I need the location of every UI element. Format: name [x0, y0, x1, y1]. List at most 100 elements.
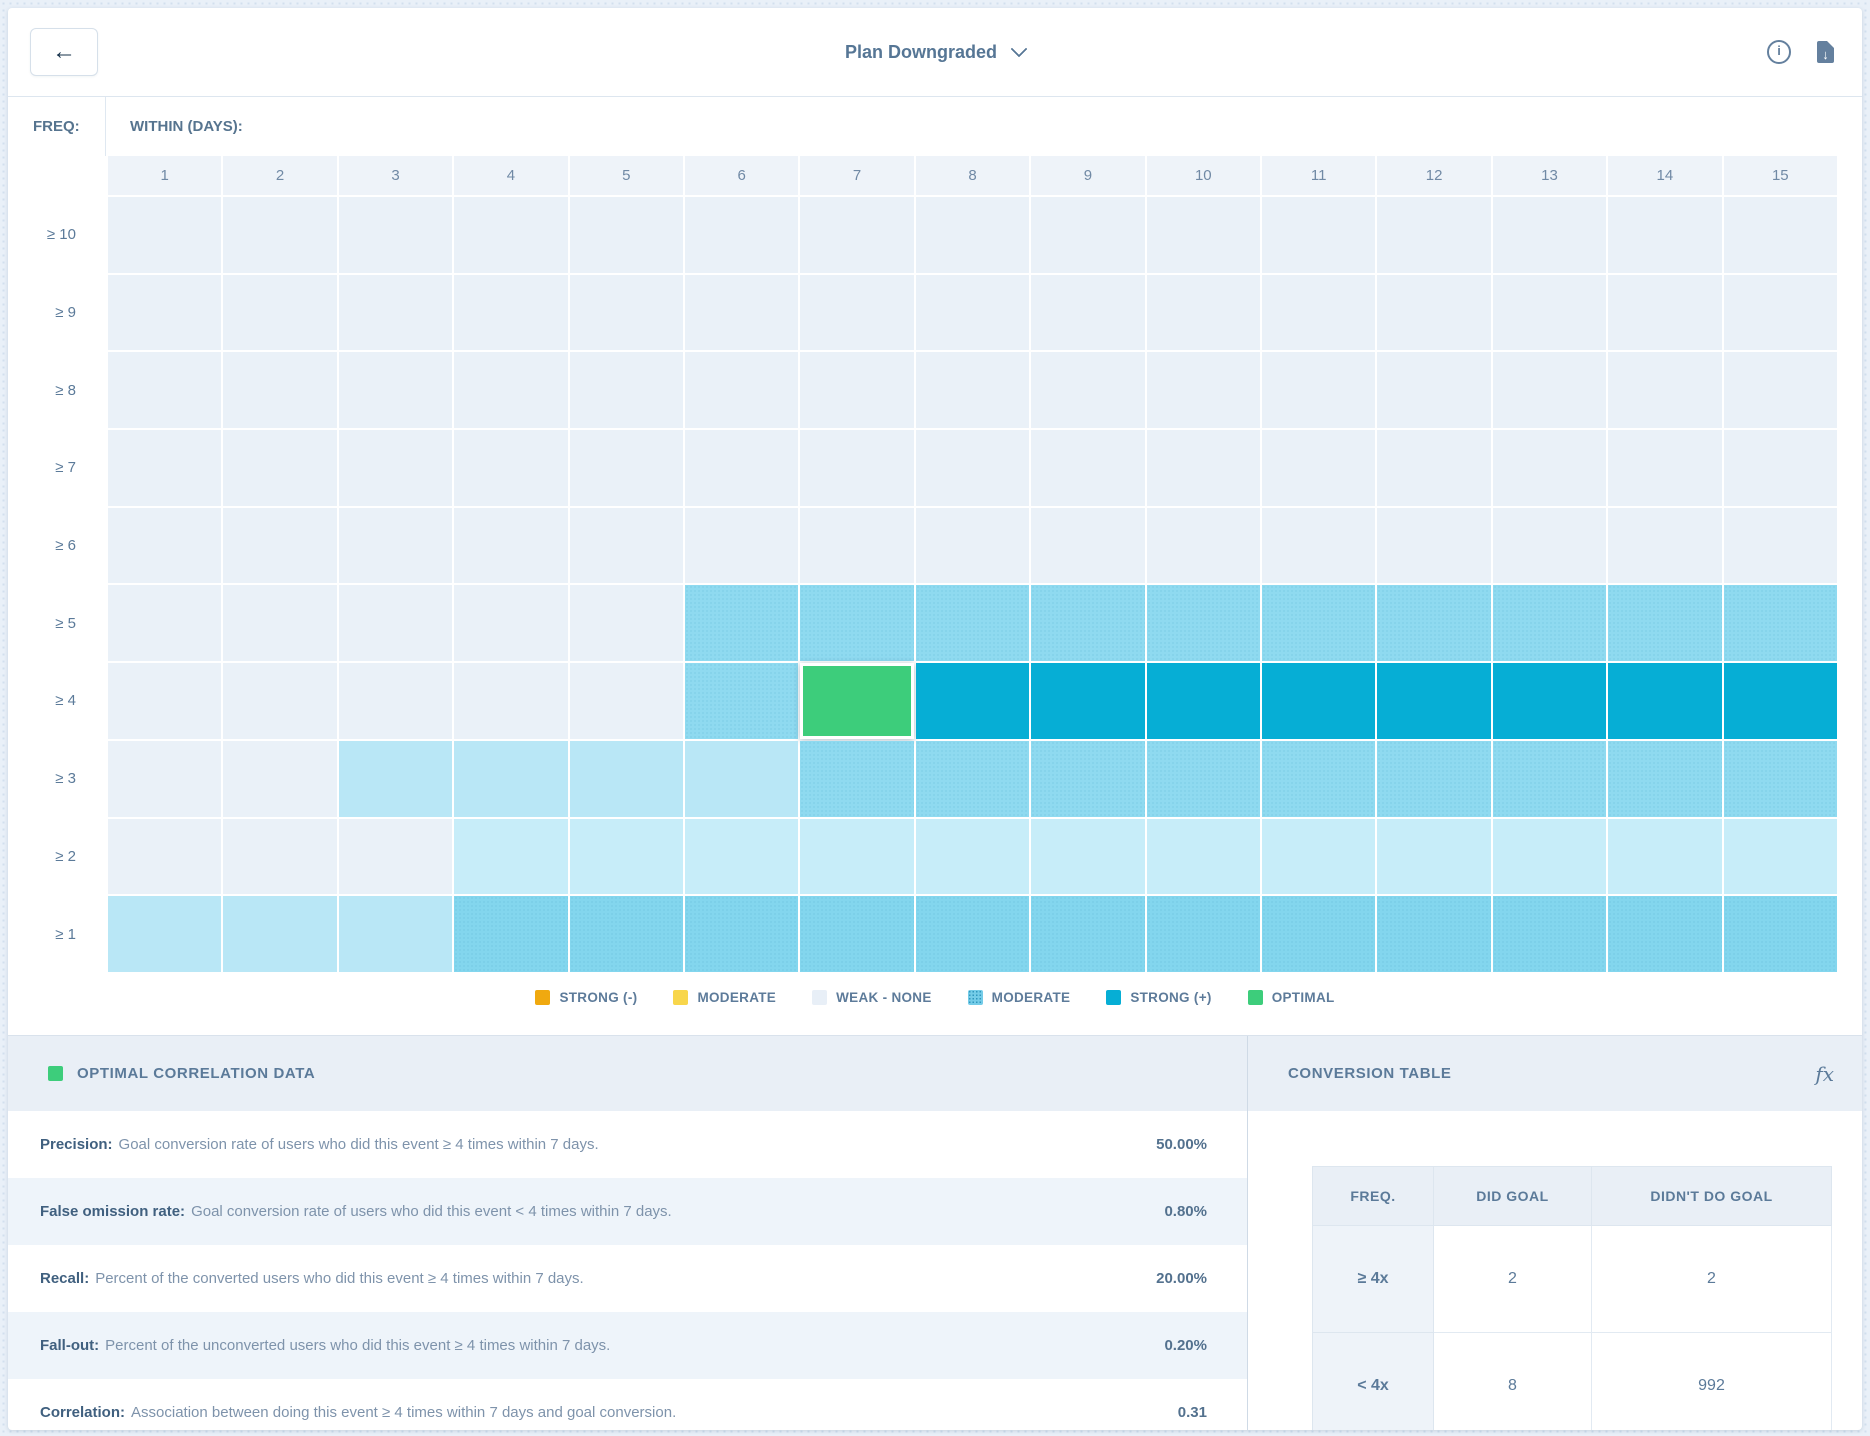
heatmap-cell[interactable]: [685, 197, 798, 273]
heatmap-cell[interactable]: [108, 197, 221, 273]
formula-fx-icon[interactable]: fx: [1815, 1062, 1834, 1086]
heatmap-cell[interactable]: [570, 430, 683, 506]
heatmap-cell[interactable]: [1031, 508, 1144, 584]
heatmap-cell[interactable]: [1377, 896, 1490, 972]
heatmap-cell[interactable]: [454, 585, 567, 661]
heatmap-cell[interactable]: [339, 663, 452, 739]
heatmap-cell[interactable]: [1031, 896, 1144, 972]
heatmap-cell[interactable]: [1724, 352, 1837, 428]
heatmap-cell[interactable]: [339, 896, 452, 972]
heatmap-cell[interactable]: [1493, 819, 1606, 895]
heatmap-cell[interactable]: [1377, 819, 1490, 895]
heatmap-cell[interactable]: [1377, 352, 1490, 428]
heatmap-cell[interactable]: [1724, 896, 1837, 972]
heatmap-cell[interactable]: [223, 896, 336, 972]
heatmap-cell[interactable]: [108, 585, 221, 661]
heatmap-cell[interactable]: [1493, 741, 1606, 817]
heatmap-cell[interactable]: [454, 508, 567, 584]
heatmap-cell[interactable]: [800, 275, 913, 351]
heatmap-cell[interactable]: [1147, 197, 1260, 273]
heatmap-cell[interactable]: [1031, 197, 1144, 273]
heatmap-cell[interactable]: [1608, 741, 1721, 817]
heatmap-cell[interactable]: [1262, 352, 1375, 428]
heatmap-cell[interactable]: [685, 819, 798, 895]
heatmap-cell[interactable]: [454, 197, 567, 273]
heatmap-cell[interactable]: [1147, 430, 1260, 506]
heatmap-cell[interactable]: [1031, 352, 1144, 428]
heatmap-cell[interactable]: [1724, 430, 1837, 506]
heatmap-cell[interactable]: [1493, 275, 1606, 351]
heatmap-cell[interactable]: [1031, 430, 1144, 506]
heatmap-cell[interactable]: [454, 741, 567, 817]
heatmap-cell[interactable]: [570, 663, 683, 739]
heatmap-cell[interactable]: [1031, 819, 1144, 895]
heatmap-cell[interactable]: [1493, 663, 1606, 739]
heatmap-cell[interactable]: [1724, 197, 1837, 273]
heatmap-cell[interactable]: [570, 819, 683, 895]
heatmap-cell[interactable]: [1724, 585, 1837, 661]
heatmap-cell[interactable]: [1493, 197, 1606, 273]
heatmap-cell[interactable]: [800, 896, 913, 972]
heatmap-cell[interactable]: [1262, 430, 1375, 506]
heatmap-cell[interactable]: [1147, 819, 1260, 895]
heatmap-cell[interactable]: [685, 741, 798, 817]
heatmap-cell[interactable]: [454, 663, 567, 739]
heatmap-cell-optimal[interactable]: [800, 663, 913, 739]
heatmap-cell[interactable]: [223, 197, 336, 273]
heatmap-cell[interactable]: [916, 352, 1029, 428]
heatmap-cell[interactable]: [1377, 275, 1490, 351]
heatmap-cell[interactable]: [685, 896, 798, 972]
heatmap-cell[interactable]: [1608, 275, 1721, 351]
heatmap-cell[interactable]: [339, 741, 452, 817]
heatmap-cell[interactable]: [916, 741, 1029, 817]
heatmap-cell[interactable]: [570, 508, 683, 584]
heatmap-cell[interactable]: [800, 741, 913, 817]
heatmap-cell[interactable]: [685, 275, 798, 351]
heatmap-cell[interactable]: [1493, 585, 1606, 661]
heatmap-cell[interactable]: [108, 819, 221, 895]
heatmap-cell[interactable]: [1147, 275, 1260, 351]
heatmap-cell[interactable]: [570, 741, 683, 817]
heatmap-cell[interactable]: [1262, 197, 1375, 273]
heatmap-cell[interactable]: [916, 819, 1029, 895]
heatmap-cell[interactable]: [916, 508, 1029, 584]
heatmap-cell[interactable]: [1147, 508, 1260, 584]
heatmap-cell[interactable]: [454, 275, 567, 351]
heatmap-cell[interactable]: [1377, 430, 1490, 506]
heatmap-cell[interactable]: [916, 585, 1029, 661]
heatmap-cell[interactable]: [454, 896, 567, 972]
heatmap-cell[interactable]: [108, 352, 221, 428]
heatmap-cell[interactable]: [685, 352, 798, 428]
heatmap-cell[interactable]: [1724, 663, 1837, 739]
heatmap-cell[interactable]: [223, 352, 336, 428]
heatmap-cell[interactable]: [454, 819, 567, 895]
event-title-dropdown[interactable]: Plan Downgraded: [845, 42, 1025, 63]
heatmap-cell[interactable]: [1724, 508, 1837, 584]
heatmap-cell[interactable]: [1608, 819, 1721, 895]
heatmap-cell[interactable]: [108, 275, 221, 351]
heatmap-cell[interactable]: [223, 275, 336, 351]
heatmap-cell[interactable]: [1377, 663, 1490, 739]
heatmap-cell[interactable]: [800, 585, 913, 661]
heatmap-cell[interactable]: [685, 508, 798, 584]
heatmap-cell[interactable]: [685, 663, 798, 739]
heatmap-cell[interactable]: [916, 275, 1029, 351]
heatmap-cell[interactable]: [454, 352, 567, 428]
heatmap-cell[interactable]: [1377, 585, 1490, 661]
heatmap-cell[interactable]: [223, 508, 336, 584]
heatmap-cell[interactable]: [1031, 585, 1144, 661]
heatmap-cell[interactable]: [800, 197, 913, 273]
heatmap-cell[interactable]: [1377, 508, 1490, 584]
heatmap-cell[interactable]: [1608, 430, 1721, 506]
heatmap-cell[interactable]: [1147, 585, 1260, 661]
heatmap-cell[interactable]: [1608, 197, 1721, 273]
heatmap-cell[interactable]: [1608, 663, 1721, 739]
heatmap-cell[interactable]: [223, 663, 336, 739]
info-icon[interactable]: [1767, 40, 1791, 64]
heatmap-cell[interactable]: [1493, 352, 1606, 428]
heatmap-cell[interactable]: [1031, 741, 1144, 817]
heatmap-cell[interactable]: [339, 819, 452, 895]
heatmap-cell[interactable]: [1724, 275, 1837, 351]
heatmap-cell[interactable]: [1262, 741, 1375, 817]
heatmap-cell[interactable]: [570, 585, 683, 661]
